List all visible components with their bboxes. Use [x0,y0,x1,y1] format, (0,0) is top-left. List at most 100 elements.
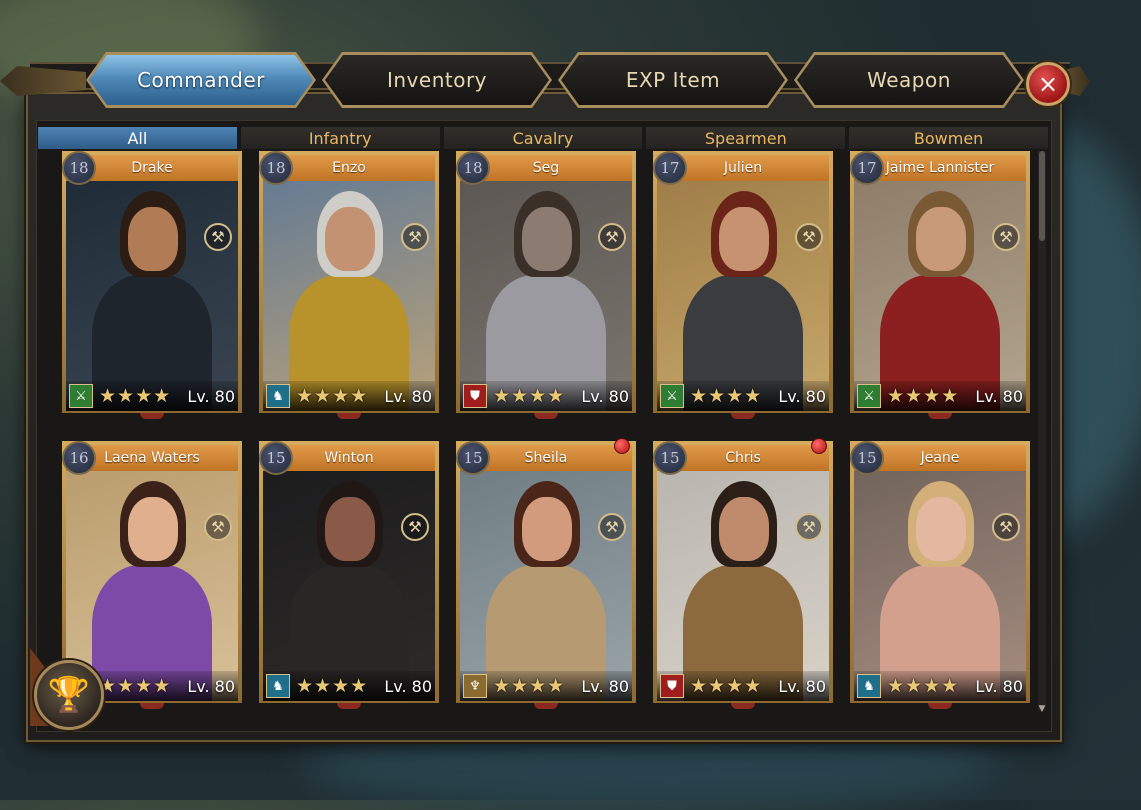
equip-weapon-icon[interactable]: ⚒ [401,513,429,541]
commander-level: Lv. 80 [384,676,432,696]
commander-card[interactable]: Enzo 18 ⚒ ♞ ★★★★ Lv. 80 [259,151,439,421]
filter-all[interactable]: All [38,127,237,149]
commander-level: Lv. 80 [581,676,629,696]
card-info-bar: ⚔ ★★★★ Lv. 80 [657,381,829,411]
commander-portrait [657,155,829,411]
cavalry-type-icon: ♞ [266,384,290,408]
equip-weapon-icon[interactable]: ⚒ [795,223,823,251]
commander-badge: 17 [653,151,687,185]
tab-exp-item[interactable]: EXP Item [558,52,788,108]
cavalry-type-icon: ♞ [266,674,290,698]
equip-weapon-icon[interactable]: ⚒ [204,513,232,541]
star-rating: ★★★★ [690,675,763,697]
equip-weapon-icon[interactable]: ⚒ [992,513,1020,541]
spearmen-type-icon: ⚔ [660,384,684,408]
tab-commander[interactable]: Commander [86,52,316,108]
filter-cavalry[interactable]: Cavalry [443,127,643,149]
card-info-bar: ⛊ ★★★★ Lv. 80 [460,381,632,411]
commander-portrait [854,445,1026,701]
card-info-bar: ⛊ ★★★★ Lv. 80 [657,671,829,701]
commander-badge: 18 [62,151,96,185]
commander-level: Lv. 80 [778,676,826,696]
filter-tabs: All Infantry Cavalry Spearmen Bowmen [38,127,1048,149]
commander-card[interactable]: Drake 18 ⚒ ⚔ ★★★★ Lv. 80 [62,151,242,421]
close-icon: × [1037,70,1059,98]
card-tab [928,413,952,419]
star-rating: ★★★★ [493,385,566,407]
card-tab [928,703,952,709]
card-tab [534,413,558,419]
tab-commander-label: Commander [137,68,265,92]
star-rating: ★★★★ [99,385,172,407]
commander-badge: 15 [456,441,490,475]
card-tab [140,413,164,419]
commander-level: Lv. 80 [187,676,235,696]
tab-inventory[interactable]: Inventory [322,52,552,108]
close-button[interactable]: × [1026,62,1070,106]
star-rating: ★★★★ [296,675,369,697]
commander-level: Lv. 80 [975,386,1023,406]
goblet-icon: 🏆 [47,675,91,715]
card-tab [337,703,361,709]
bowmen-type-icon: ♆ [463,674,487,698]
tab-weapon[interactable]: Weapon [794,52,1024,108]
commander-portrait [460,155,632,411]
tab-weapon-label: Weapon [867,68,951,92]
card-tab [731,413,755,419]
notification-dot [614,438,630,454]
card-tab [534,703,558,709]
equip-weapon-icon[interactable]: ⚒ [401,223,429,251]
commander-badge: 15 [850,441,884,475]
commander-portrait [263,155,435,411]
commander-card[interactable]: Jeane 15 ⚒ ♞ ★★★★ Lv. 80 [850,441,1030,711]
commander-portrait [66,155,238,411]
infantry-type-icon: ⛊ [463,384,487,408]
commander-portrait [263,445,435,701]
commander-portrait [66,445,238,701]
spearmen-type-icon: ⚔ [69,384,93,408]
card-info-bar: ♞ ★★★★ Lv. 80 [263,381,435,411]
commander-level: Lv. 80 [778,386,826,406]
commander-card[interactable]: Seg 18 ⚒ ⛊ ★★★★ Lv. 80 [456,151,636,421]
commander-badge: 16 [62,441,96,475]
scroll-down-arrow[interactable]: ▼ [1037,704,1047,714]
star-rating: ★★★★ [887,385,960,407]
cavalry-type-icon: ♞ [857,674,881,698]
notification-dot [811,438,827,454]
commander-level: Lv. 80 [975,676,1023,696]
spearmen-type-icon: ⚔ [857,384,881,408]
equip-weapon-icon[interactable]: ⚒ [204,223,232,251]
filter-infantry[interactable]: Infantry [240,127,440,149]
equip-weapon-icon[interactable]: ⚒ [795,513,823,541]
equip-weapon-icon[interactable]: ⚒ [598,513,626,541]
commander-portrait [460,445,632,701]
commander-badge: 18 [259,151,293,185]
card-info-bar: ♞ ★★★★ Lv. 80 [263,671,435,701]
filter-spearmen[interactable]: Spearmen [646,127,846,149]
star-rating: ★★★★ [493,675,566,697]
filter-bowmen[interactable]: Bowmen [849,127,1048,149]
infantry-type-icon: ⛊ [660,674,684,698]
commander-card[interactable]: Jaime Lannister 17 ⚒ ⚔ ★★★★ Lv. 80 [850,151,1030,421]
commander-card[interactable]: Julien 17 ⚒ ⚔ ★★★★ Lv. 80 [653,151,833,421]
card-info-bar: ♆ ★★★★ Lv. 80 [460,671,632,701]
card-info-bar: ♞ ★★★★ Lv. 80 [854,671,1026,701]
commander-badge: 15 [259,441,293,475]
goblet-button[interactable]: 🏆 [34,660,104,730]
commander-badge: 18 [456,151,490,185]
commander-level: Lv. 80 [384,386,432,406]
commander-card[interactable]: Chris 15 ⚒ ⛊ ★★★★ Lv. 80 [653,438,833,711]
star-rating: ★★★★ [887,675,960,697]
commander-card[interactable]: Sheila 15 ⚒ ♆ ★★★★ Lv. 80 [456,438,636,711]
commander-card[interactable]: Winton 15 ⚒ ♞ ★★★★ Lv. 80 [259,441,439,711]
star-rating: ★★★★ [296,385,369,407]
equip-weapon-icon[interactable]: ⚒ [992,223,1020,251]
equip-weapon-icon[interactable]: ⚒ [598,223,626,251]
commander-level: Lv. 80 [187,386,235,406]
commander-badge: 17 [850,151,884,185]
commander-portrait [657,445,829,701]
commander-portrait [854,155,1026,411]
commander-level: Lv. 80 [581,386,629,406]
star-rating: ★★★★ [690,385,763,407]
scrollbar-thumb[interactable] [1039,151,1045,241]
